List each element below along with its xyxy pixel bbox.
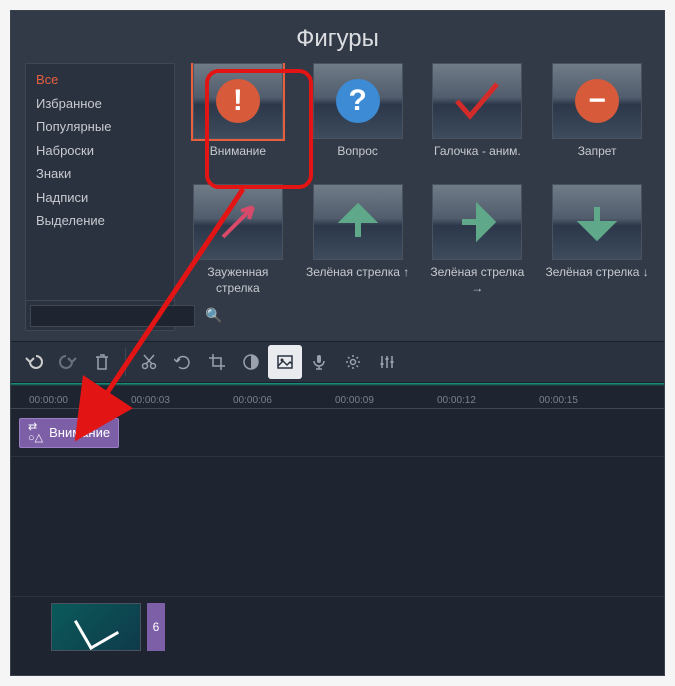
- empty-track[interactable]: [11, 457, 664, 597]
- video-clip[interactable]: [51, 603, 141, 651]
- arrow-right-icon: [452, 197, 502, 247]
- settings-button[interactable]: [336, 345, 370, 379]
- arrow-up-icon: [333, 197, 383, 247]
- shape-green-arrow-up[interactable]: Зелёная стрелка ↑: [305, 184, 411, 296]
- category-sidebar: Все Избранное Популярные Наброски Знаки …: [25, 63, 175, 331]
- video-clip-extra[interactable]: 6: [147, 603, 165, 651]
- mic-button[interactable]: [302, 345, 336, 379]
- time-ruler[interactable]: 00:00:00 00:00:03 00:00:06 00:00:09 00:0…: [11, 383, 664, 409]
- video-track[interactable]: 6: [11, 597, 664, 657]
- thin-arrow-icon: [213, 197, 263, 247]
- search-row: 🔍: [26, 300, 174, 330]
- cut-button[interactable]: [132, 345, 166, 379]
- library-title: Фигуры: [25, 19, 650, 63]
- shape-attention[interactable]: ! Внимание: [185, 63, 291, 174]
- redo-button[interactable]: [51, 345, 85, 379]
- check-icon: [452, 76, 502, 126]
- shape-library-panel: Фигуры Все Избранное Популярные Наброски…: [11, 11, 664, 341]
- clip-label: Внимание: [49, 425, 110, 440]
- shape-grid: ! Внимание ? Вопрос Галочка - аним. − За…: [185, 63, 650, 331]
- shape-thin-arrow[interactable]: Зауженная стрелка: [185, 184, 291, 296]
- clip-icon: ⇄○△: [28, 422, 43, 444]
- shape-green-arrow-down[interactable]: Зелёная стрелка ↓: [544, 184, 650, 296]
- overlay-clip[interactable]: ⇄○△ Внимание: [19, 418, 119, 448]
- category-captions[interactable]: Надписи: [26, 186, 174, 210]
- timeline[interactable]: 00:00:00 00:00:03 00:00:06 00:00:09 00:0…: [11, 383, 664, 675]
- shape-forbidden[interactable]: − Запрет: [544, 63, 650, 174]
- overlay-track[interactable]: ⇄○△ Внимание: [11, 409, 664, 457]
- category-favorites[interactable]: Избранное: [26, 92, 174, 116]
- equalizer-button[interactable]: [370, 345, 404, 379]
- category-highlight[interactable]: Выделение: [26, 209, 174, 233]
- search-input[interactable]: [30, 305, 195, 327]
- minus-icon: −: [575, 79, 619, 123]
- crop-button[interactable]: [200, 345, 234, 379]
- rotate-button[interactable]: [166, 345, 200, 379]
- category-popular[interactable]: Популярные: [26, 115, 174, 139]
- undo-button[interactable]: [17, 345, 51, 379]
- question-icon: ?: [336, 79, 380, 123]
- shape-question[interactable]: ? Вопрос: [305, 63, 411, 174]
- category-signs[interactable]: Знаки: [26, 162, 174, 186]
- delete-button[interactable]: [85, 345, 119, 379]
- arrow-down-icon: [572, 197, 622, 247]
- contrast-button[interactable]: [234, 345, 268, 379]
- shape-checkmark[interactable]: Галочка - аним.: [425, 63, 531, 174]
- timeline-toolbar: [11, 341, 664, 383]
- category-all[interactable]: Все: [26, 68, 174, 92]
- category-sketches[interactable]: Наброски: [26, 139, 174, 163]
- category-list: Все Избранное Популярные Наброски Знаки …: [26, 64, 174, 300]
- exclaim-icon: !: [216, 79, 260, 123]
- image-button[interactable]: [268, 345, 302, 379]
- shape-green-arrow-right[interactable]: Зелёная стрелка →: [425, 184, 531, 296]
